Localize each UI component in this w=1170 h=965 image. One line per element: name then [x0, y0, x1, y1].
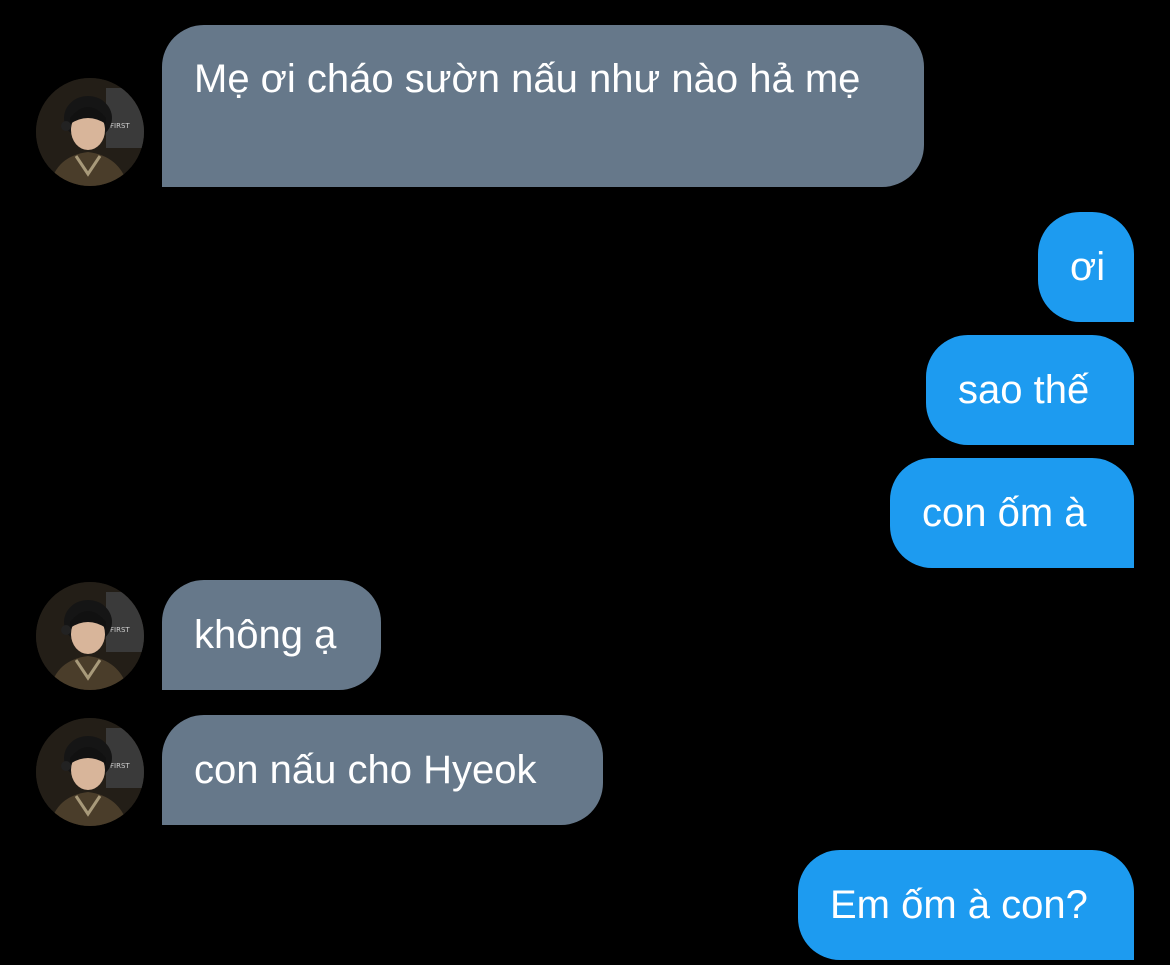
svg-text:FIRST: FIRST	[110, 626, 130, 634]
message-bubble-incoming[interactable]: không ạ	[162, 580, 381, 690]
message-bubble-incoming[interactable]: con nấu cho Hyeok	[162, 715, 603, 825]
avatar-photo-icon: FIRST	[36, 582, 144, 690]
avatar-photo-icon: FIRST	[36, 718, 144, 826]
message-text: con ốm à	[922, 491, 1087, 535]
message-bubble-outgoing[interactable]: Em ốm à con?	[798, 850, 1134, 960]
message-bubble-outgoing[interactable]: con ốm à	[890, 458, 1134, 568]
message-text: Mẹ ơi cháo sườn nấu như nào hả mẹ	[194, 57, 861, 101]
message-text: con nấu cho Hyeok	[194, 748, 537, 792]
avatar-photo-icon: FIRST	[36, 78, 144, 186]
avatar[interactable]: FIRST	[36, 582, 144, 690]
svg-text:FIRST: FIRST	[110, 122, 130, 130]
message-bubble-outgoing[interactable]: sao thế	[926, 335, 1134, 445]
svg-text:FIRST: FIRST	[110, 762, 130, 770]
avatar[interactable]: FIRST	[36, 78, 144, 186]
message-bubble-incoming[interactable]: Mẹ ơi cháo sườn nấu như nào hả mẹ	[162, 25, 924, 187]
avatar[interactable]: FIRST	[36, 718, 144, 826]
message-text: Em ốm à con?	[830, 883, 1088, 927]
message-text: sao thế	[958, 368, 1090, 412]
message-text: ơi	[1070, 245, 1106, 289]
message-text: không ạ	[194, 613, 337, 657]
message-bubble-outgoing[interactable]: ơi	[1038, 212, 1134, 322]
